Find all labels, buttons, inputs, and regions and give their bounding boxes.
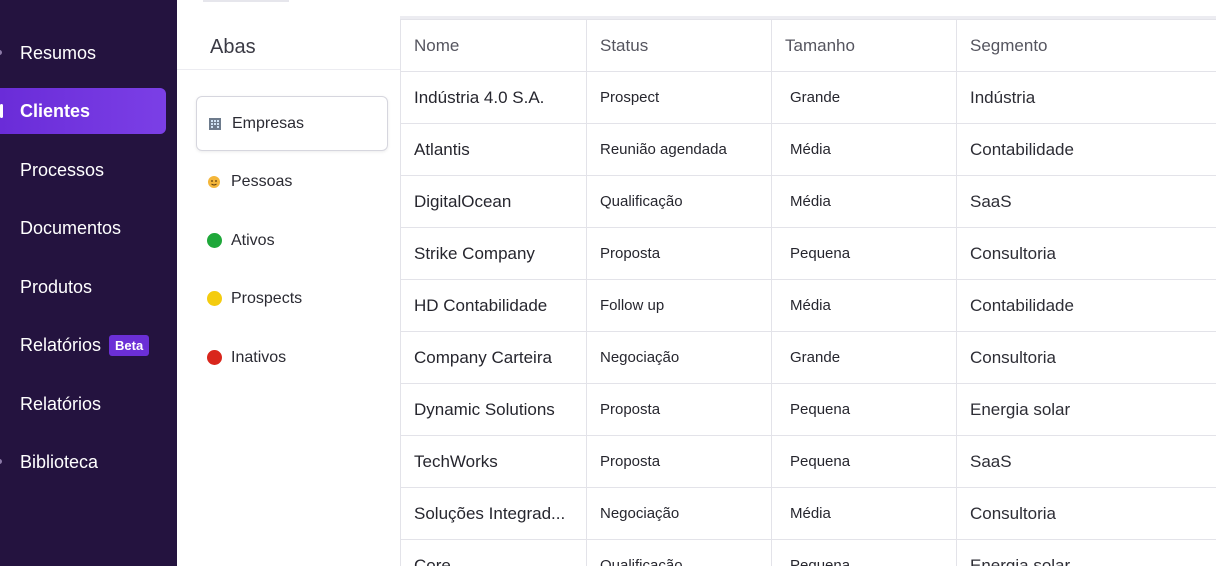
- table-row[interactable]: Core Qualificação Pequena Energia solar: [400, 539, 1216, 566]
- cell-status[interactable]: Qualificação: [586, 539, 772, 566]
- panel-divider: [203, 0, 289, 2]
- sidebar-item-label: Processos: [20, 159, 105, 180]
- table-row[interactable]: Indústria 4.0 S.A. Prospect Grande Indús…: [400, 71, 1216, 124]
- companies-table-container: Nome Status Tamanho Segmento Indústria 4…: [400, 16, 1216, 566]
- tabs-panel: Abas Empresas Pessoas Ativos Prospects I…: [177, 0, 400, 566]
- sidebar-item-label: Relatórios: [20, 334, 102, 355]
- sidebar-item-label: Clientes: [20, 100, 91, 121]
- tab-label: Inativos: [231, 348, 287, 366]
- tab-pessoas[interactable]: Pessoas: [196, 154, 388, 209]
- bullet-icon: [0, 50, 2, 55]
- cell-status[interactable]: Proposta: [586, 227, 772, 280]
- cell-tamanho[interactable]: Média: [771, 175, 957, 228]
- cell-nome[interactable]: Strike Company: [400, 227, 587, 280]
- cell-tamanho[interactable]: Média: [771, 123, 957, 176]
- cell-segmento[interactable]: Energia solar: [956, 539, 1216, 566]
- cell-status[interactable]: Reunião agendada: [586, 123, 772, 176]
- sidebar-item-resumos[interactable]: Resumos: [0, 30, 166, 76]
- cell-segmento[interactable]: Consultoria: [956, 331, 1216, 384]
- cell-nome[interactable]: HD Contabilidade: [400, 279, 587, 332]
- building-icon: [207, 116, 223, 132]
- sidebar-item-relatorios[interactable]: Relatórios: [0, 381, 166, 427]
- cell-segmento[interactable]: SaaS: [956, 175, 1216, 228]
- cell-tamanho[interactable]: Grande: [771, 331, 957, 384]
- sidebar: Resumos Clientes Processos Documentos Pr…: [0, 0, 177, 566]
- sidebar-item-produtos[interactable]: Produtos: [0, 264, 166, 310]
- column-header-status[interactable]: Status: [586, 19, 772, 72]
- cell-nome[interactable]: Dynamic Solutions: [400, 383, 587, 436]
- cell-segmento[interactable]: Contabilidade: [956, 123, 1216, 176]
- bullet-icon: [0, 459, 2, 464]
- tabs-divider: [177, 69, 400, 70]
- column-header-segmento[interactable]: Segmento: [956, 19, 1216, 72]
- cell-tamanho[interactable]: Grande: [771, 71, 957, 124]
- cell-status[interactable]: Follow up: [586, 279, 772, 332]
- cell-tamanho[interactable]: Pequena: [771, 227, 957, 280]
- table-header-row: Nome Status Tamanho Segmento: [400, 19, 1216, 72]
- table-row[interactable]: DigitalOcean Qualificação Média SaaS: [400, 175, 1216, 228]
- table-row[interactable]: Dynamic Solutions Proposta Pequena Energ…: [400, 383, 1216, 436]
- tabs-title: Abas: [210, 36, 256, 58]
- cell-nome[interactable]: Indústria 4.0 S.A.: [400, 71, 587, 124]
- column-header-nome[interactable]: Nome: [400, 19, 587, 72]
- cell-status[interactable]: Negociação: [586, 487, 772, 540]
- cell-tamanho[interactable]: Média: [771, 279, 957, 332]
- sidebar-item-processos[interactable]: Processos: [0, 147, 166, 193]
- table-row[interactable]: TechWorks Proposta Pequena SaaS: [400, 435, 1216, 488]
- tab-ativos[interactable]: Ativos: [196, 213, 388, 268]
- cell-status[interactable]: Proposta: [586, 383, 772, 436]
- tab-label: Prospects: [231, 289, 303, 307]
- sidebar-item-label: Documentos: [20, 217, 122, 238]
- cell-status[interactable]: Qualificação: [586, 175, 772, 228]
- cell-segmento[interactable]: Energia solar: [956, 383, 1216, 436]
- cell-nome[interactable]: DigitalOcean: [400, 175, 587, 228]
- cell-nome[interactable]: Company Carteira: [400, 331, 587, 384]
- cell-nome[interactable]: Core: [400, 539, 587, 566]
- table-row[interactable]: Strike Company Proposta Pequena Consulto…: [400, 227, 1216, 280]
- cell-segmento[interactable]: Contabilidade: [956, 279, 1216, 332]
- companies-table: Nome Status Tamanho Segmento Indústria 4…: [400, 19, 1216, 566]
- column-header-tamanho[interactable]: Tamanho: [771, 19, 957, 72]
- sidebar-item-label: Biblioteca: [20, 451, 99, 472]
- sidebar-item-biblioteca[interactable]: Biblioteca: [0, 439, 166, 485]
- cell-segmento[interactable]: Consultoria: [956, 487, 1216, 540]
- green-circle-icon: [206, 233, 222, 249]
- cell-segmento[interactable]: Consultoria: [956, 227, 1216, 280]
- table-row[interactable]: HD Contabilidade Follow up Média Contabi…: [400, 279, 1216, 332]
- cell-nome[interactable]: TechWorks: [400, 435, 587, 488]
- tab-prospects[interactable]: Prospects: [196, 271, 388, 326]
- tab-label: Pessoas: [231, 172, 293, 190]
- table-row[interactable]: Soluções Integrad... Negociação Média Co…: [400, 487, 1216, 540]
- sidebar-item-label: Produtos: [20, 276, 93, 297]
- cell-nome[interactable]: Soluções Integrad...: [400, 487, 587, 540]
- table-row[interactable]: Atlantis Reunião agendada Média Contabil…: [400, 123, 1216, 176]
- table-row[interactable]: Company Carteira Negociação Grande Consu…: [400, 331, 1216, 384]
- person-icon: [206, 174, 222, 190]
- sidebar-item-relatorios-beta[interactable]: Relatórios Beta: [0, 322, 166, 368]
- sidebar-item-label: Resumos: [20, 42, 97, 63]
- cell-nome[interactable]: Atlantis: [400, 123, 587, 176]
- cell-tamanho[interactable]: Média: [771, 487, 957, 540]
- sidebar-item-documentos[interactable]: Documentos: [0, 205, 166, 251]
- cell-segmento[interactable]: SaaS: [956, 435, 1216, 488]
- beta-badge: Beta: [109, 334, 150, 356]
- cell-status[interactable]: Proposta: [586, 435, 772, 488]
- cell-status[interactable]: Prospect: [586, 71, 772, 124]
- tab-inativos[interactable]: Inativos: [196, 330, 388, 385]
- cell-tamanho[interactable]: Pequena: [771, 539, 957, 566]
- yellow-circle-icon: [206, 291, 222, 307]
- sidebar-item-clientes[interactable]: Clientes: [0, 88, 166, 134]
- cell-tamanho[interactable]: Pequena: [771, 435, 957, 488]
- tab-empresas[interactable]: Empresas: [196, 96, 388, 151]
- sidebar-item-label: Relatórios: [20, 393, 102, 414]
- cell-status[interactable]: Negociação: [586, 331, 772, 384]
- tab-label: Empresas: [232, 114, 305, 132]
- red-circle-icon: [206, 350, 222, 366]
- tab-label: Ativos: [231, 231, 275, 249]
- cell-tamanho[interactable]: Pequena: [771, 383, 957, 436]
- active-indicator: [0, 104, 3, 118]
- cell-segmento[interactable]: Indústria: [956, 71, 1216, 124]
